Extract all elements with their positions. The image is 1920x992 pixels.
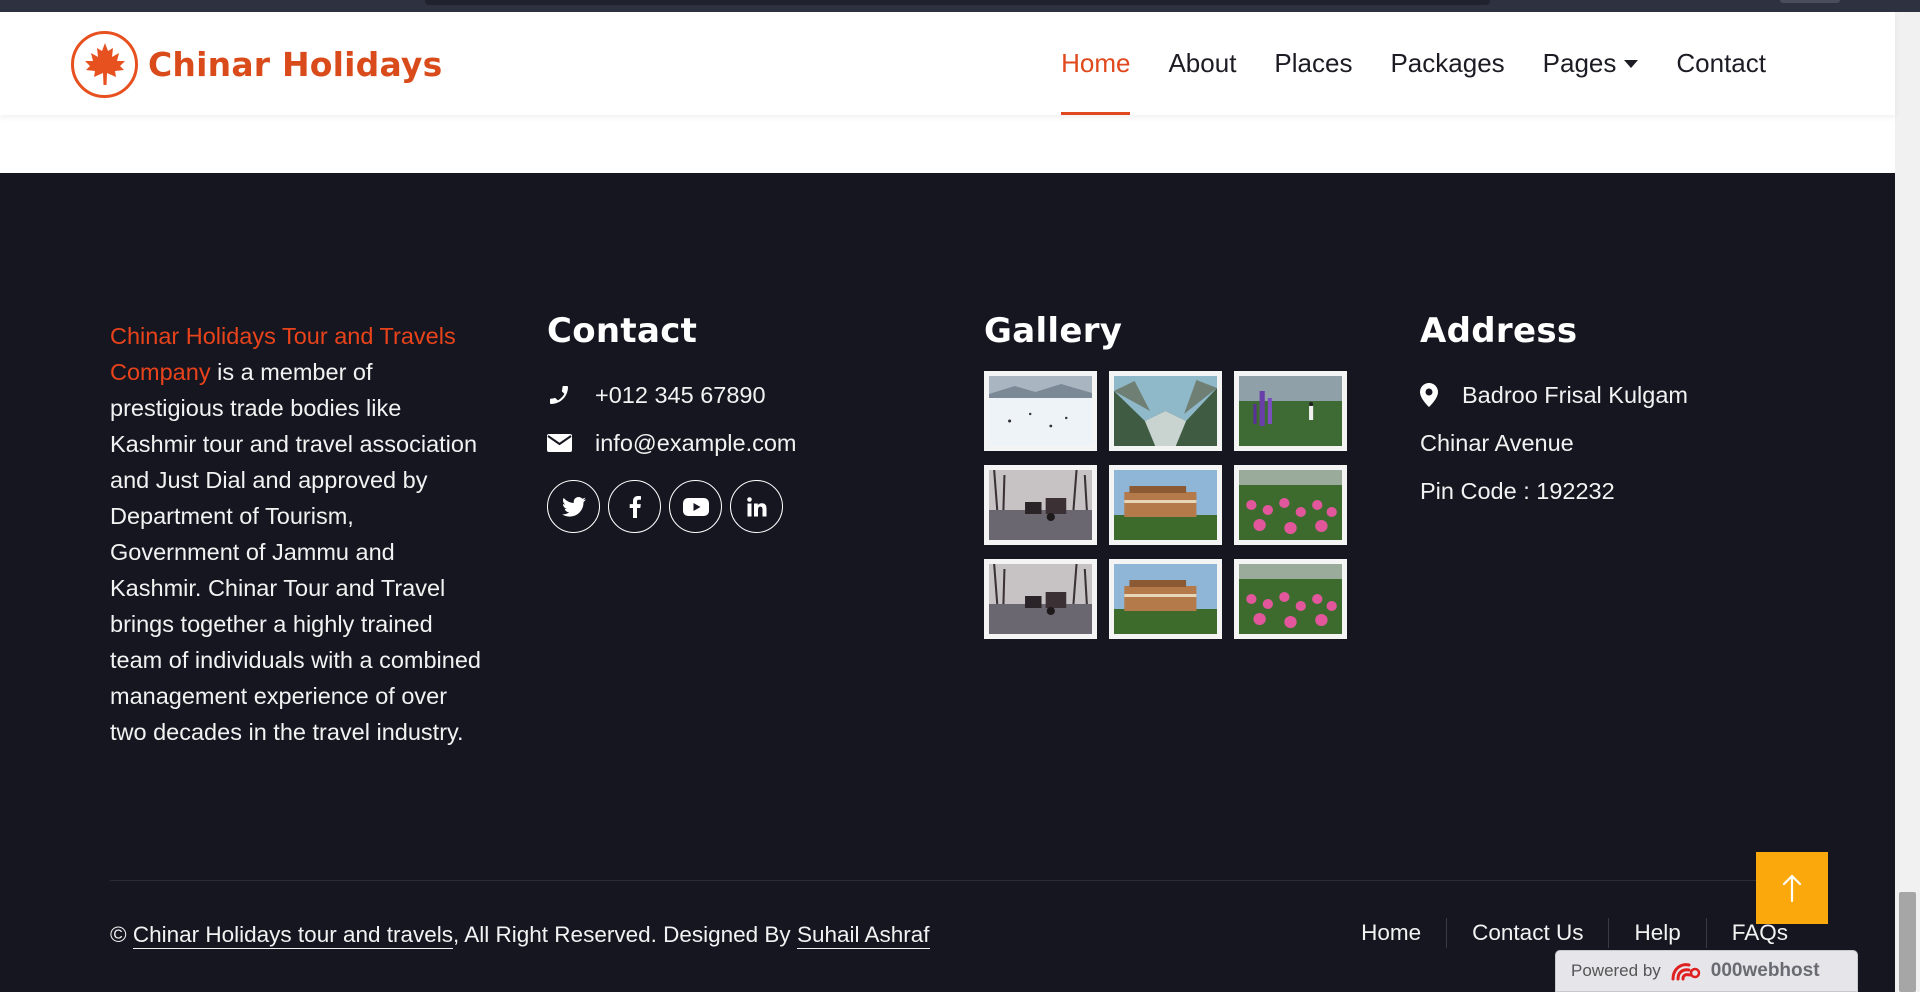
linkedin-button[interactable] <box>730 480 783 533</box>
mountain-valley-image <box>1114 376 1217 446</box>
caret-down-icon <box>1624 59 1639 68</box>
nav-about-label: About <box>1168 48 1237 78</box>
gallery-thumb-horse-carriage-1[interactable] <box>984 465 1097 545</box>
powered-by-brand: 000webhost <box>1710 960 1820 981</box>
copyright-text: © Chinar Holidays tour and travels, All … <box>110 922 930 949</box>
nav-pages-dropdown[interactable]: Pages <box>1524 12 1658 115</box>
phone-icon <box>547 383 595 407</box>
browser-control <box>1780 0 1840 3</box>
about-description: is a member of prestigious trade bodies … <box>110 359 481 745</box>
linkedin-icon <box>746 496 766 516</box>
address-pincode: Pin Code : 192232 <box>1420 477 1615 504</box>
footer-link-contact-us[interactable]: Contact Us <box>1446 918 1608 948</box>
gallery-thumb-tulip-field-1[interactable] <box>1234 465 1347 545</box>
scrollbar-thumb[interactable] <box>1899 892 1916 992</box>
phone-number: +012 345 67890 <box>595 381 766 408</box>
nav-packages[interactable]: Packages <box>1371 12 1523 115</box>
copyright-middle: , All Right Reserved. Designed By <box>453 922 797 947</box>
footer-divider <box>110 880 1827 881</box>
nav-about[interactable]: About <box>1149 12 1255 115</box>
main-nav: Home About Places Packages Pages Contact <box>1042 12 1785 115</box>
youtube-icon <box>682 497 709 516</box>
houseboat-image <box>1114 470 1217 540</box>
arrow-up-icon <box>1782 874 1802 903</box>
gallery-thumb-houseboat-1[interactable] <box>1109 465 1222 545</box>
brand-link[interactable]: Chinar Holidays <box>71 29 443 99</box>
snowy-field-image <box>989 376 1092 446</box>
gallery-thumb-horse-carriage-2[interactable] <box>984 559 1097 639</box>
page-scrollbar[interactable] <box>1895 12 1920 992</box>
address-line-1: Badroo Frisal Kulgam <box>1420 371 1820 419</box>
browser-top-strip <box>0 0 1920 12</box>
social-links <box>547 480 947 533</box>
gallery-grid <box>984 371 1384 639</box>
houseboat-image <box>1114 564 1217 634</box>
nav-home-label: Home <box>1061 48 1131 78</box>
nav-places[interactable]: Places <box>1255 12 1371 115</box>
facebook-button[interactable] <box>608 480 661 533</box>
brand-name: Chinar Holidays <box>148 44 443 84</box>
horse-carriage-snow-image <box>989 469 1092 540</box>
youtube-button[interactable] <box>669 480 722 533</box>
powered-by-label: Powered by <box>1571 961 1661 980</box>
map-marker-icon <box>1420 383 1462 407</box>
contact-heading: Contact <box>547 311 698 351</box>
webhost-logo-icon <box>1671 963 1701 981</box>
tulip-field-image <box>1239 470 1342 540</box>
gallery-thumb-houseboat-2[interactable] <box>1109 559 1222 639</box>
twitter-button[interactable] <box>547 480 600 533</box>
address-heading: Address <box>1420 311 1578 351</box>
gallery-section: Gallery <box>984 311 1384 639</box>
footer-menu: Home Contact Us Help FAQs <box>1336 918 1788 948</box>
twitter-icon <box>561 496 586 517</box>
footer-link-home[interactable]: Home <box>1336 918 1446 948</box>
copyright-symbol: © <box>110 922 127 947</box>
about-text: Chinar Holidays Tour and Travels Company… <box>110 318 485 750</box>
navbar: Chinar Holidays Home About Places Packag… <box>0 12 1895 115</box>
footer-link-help[interactable]: Help <box>1608 918 1705 948</box>
address-line-2: Chinar Avenue <box>1420 429 1574 456</box>
nav-packages-label: Packages <box>1390 48 1505 78</box>
email-address: info@example.com <box>595 429 797 456</box>
nav-contact[interactable]: Contact <box>1657 12 1785 115</box>
gallery-heading: Gallery <box>984 311 1123 351</box>
company-link[interactable]: Chinar Holidays tour and travels <box>132 922 454 949</box>
tulip-field-image <box>1239 564 1342 634</box>
address-section: Address Badroo Frisal Kulgam Chinar Aven… <box>1420 311 1820 515</box>
nav-contact-label: Contact <box>1676 48 1766 78</box>
gallery-thumb-lupine-field[interactable] <box>1234 371 1347 451</box>
email-row: info@example.com <box>547 419 947 467</box>
address-street: Badroo Frisal Kulgam <box>1462 381 1688 408</box>
powered-by-badge[interactable]: Powered by 000webhost <box>1555 950 1858 992</box>
browser-tab-strip <box>425 0 1490 5</box>
lupine-field-image <box>1239 376 1342 446</box>
back-to-top-button[interactable] <box>1756 852 1828 924</box>
nav-places-label: Places <box>1274 48 1353 78</box>
horse-carriage-snow-image <box>989 563 1092 634</box>
maple-leaf-icon <box>71 30 138 98</box>
nav-pages-label: Pages <box>1542 48 1617 78</box>
designer-link[interactable]: Suhail Ashraf <box>796 922 930 949</box>
envelope-icon <box>547 433 595 453</box>
contact-section: Contact +012 345 67890 info@example.com <box>547 311 947 533</box>
nav-home[interactable]: Home <box>1042 12 1149 115</box>
phone-row: +012 345 67890 <box>547 371 947 419</box>
facebook-icon <box>629 495 641 518</box>
footer: Chinar Holidays Tour and Travels Company… <box>0 173 1895 992</box>
gallery-thumb-tulip-field-2[interactable] <box>1234 559 1347 639</box>
gallery-thumb-snowy-field[interactable] <box>984 371 1097 451</box>
gallery-thumb-mountain-valley[interactable] <box>1109 371 1222 451</box>
